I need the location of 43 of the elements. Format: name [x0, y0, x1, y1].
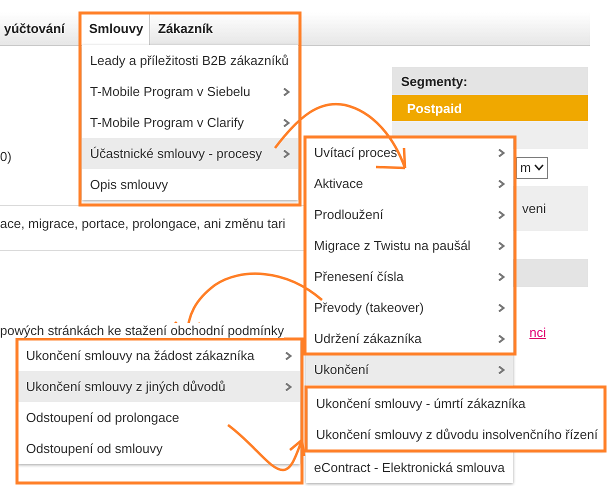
menu-item[interactable]: Aktivace — [306, 168, 513, 199]
menu-item[interactable]: Účastnické smlouvy - procesy — [82, 138, 298, 169]
panel-title: Segmenty: — [392, 67, 588, 95]
chevron-right-icon — [498, 180, 505, 188]
menu-item[interactable]: Leady a příležitosti B2B zákazníků — [82, 45, 298, 76]
chevron-right-icon — [498, 210, 505, 218]
menu-item[interactable]: Ukončení smlouvy - úmrtí zákazníka — [308, 388, 604, 419]
menu-item[interactable]: T-Mobile Program v Siebelu — [82, 76, 298, 107]
chevron-right-icon — [285, 382, 292, 390]
menu-item[interactable]: T-Mobile Program v Clarify — [82, 107, 298, 138]
menu-item[interactable]: Ukončení smlouvy z jiných důvodů — [18, 371, 300, 402]
menu-item[interactable]: eContract - Elektronická smlouva — [306, 452, 513, 483]
menu-item[interactable]: Převody (takeover) — [306, 292, 513, 323]
chevron-right-icon — [498, 242, 505, 250]
chevron-right-icon — [498, 334, 505, 342]
chevron-down-icon — [534, 164, 544, 171]
row-text: veni — [522, 201, 546, 216]
nav-tab[interactable]: Zákazník — [150, 12, 221, 45]
body-text: ace, migrace, portace, prolongace, ani změnu tari — [0, 216, 286, 231]
menu-item[interactable]: Migrace z Twistu na paušál — [306, 230, 513, 261]
body-text: 0) — [0, 149, 12, 164]
chevron-right-icon — [498, 304, 505, 312]
menu-item[interactable]: Odstoupení od smlouvy — [18, 433, 300, 464]
chevron-right-icon — [283, 88, 290, 96]
menu-item[interactable]: Opis smlouvy — [82, 169, 298, 200]
menu-item[interactable]: Odstoupení od prolongace — [18, 402, 300, 433]
menu-item[interactable]: Ukončení smlouvy na žádost zákazníka — [18, 340, 300, 371]
menu-item[interactable]: Udržení zákazníka — [306, 323, 513, 354]
chevron-right-icon — [498, 148, 505, 156]
menu-item[interactable]: Prodloužení — [306, 199, 513, 230]
chevron-right-icon — [285, 352, 292, 360]
link[interactable]: nci — [529, 325, 546, 340]
menu-item[interactable]: Ukončení — [306, 354, 513, 385]
menu-item[interactable]: Uvítací proces — [306, 137, 513, 168]
body-text: powých stránkách ke stažení obchodní podmínky — [0, 323, 284, 338]
menu-item[interactable]: Přenesení čísla — [306, 261, 513, 292]
chevron-right-icon — [498, 272, 505, 280]
chevron-right-icon — [283, 118, 290, 126]
chevron-right-icon — [498, 366, 505, 374]
dropdown-select[interactable]: m — [516, 156, 548, 178]
nav-tab[interactable]: yúčtování — [0, 12, 80, 45]
chevron-right-icon — [283, 150, 290, 158]
menu-item[interactable]: Ukončení smlouvy z důvodu insolvenčního řízení — [308, 419, 604, 450]
